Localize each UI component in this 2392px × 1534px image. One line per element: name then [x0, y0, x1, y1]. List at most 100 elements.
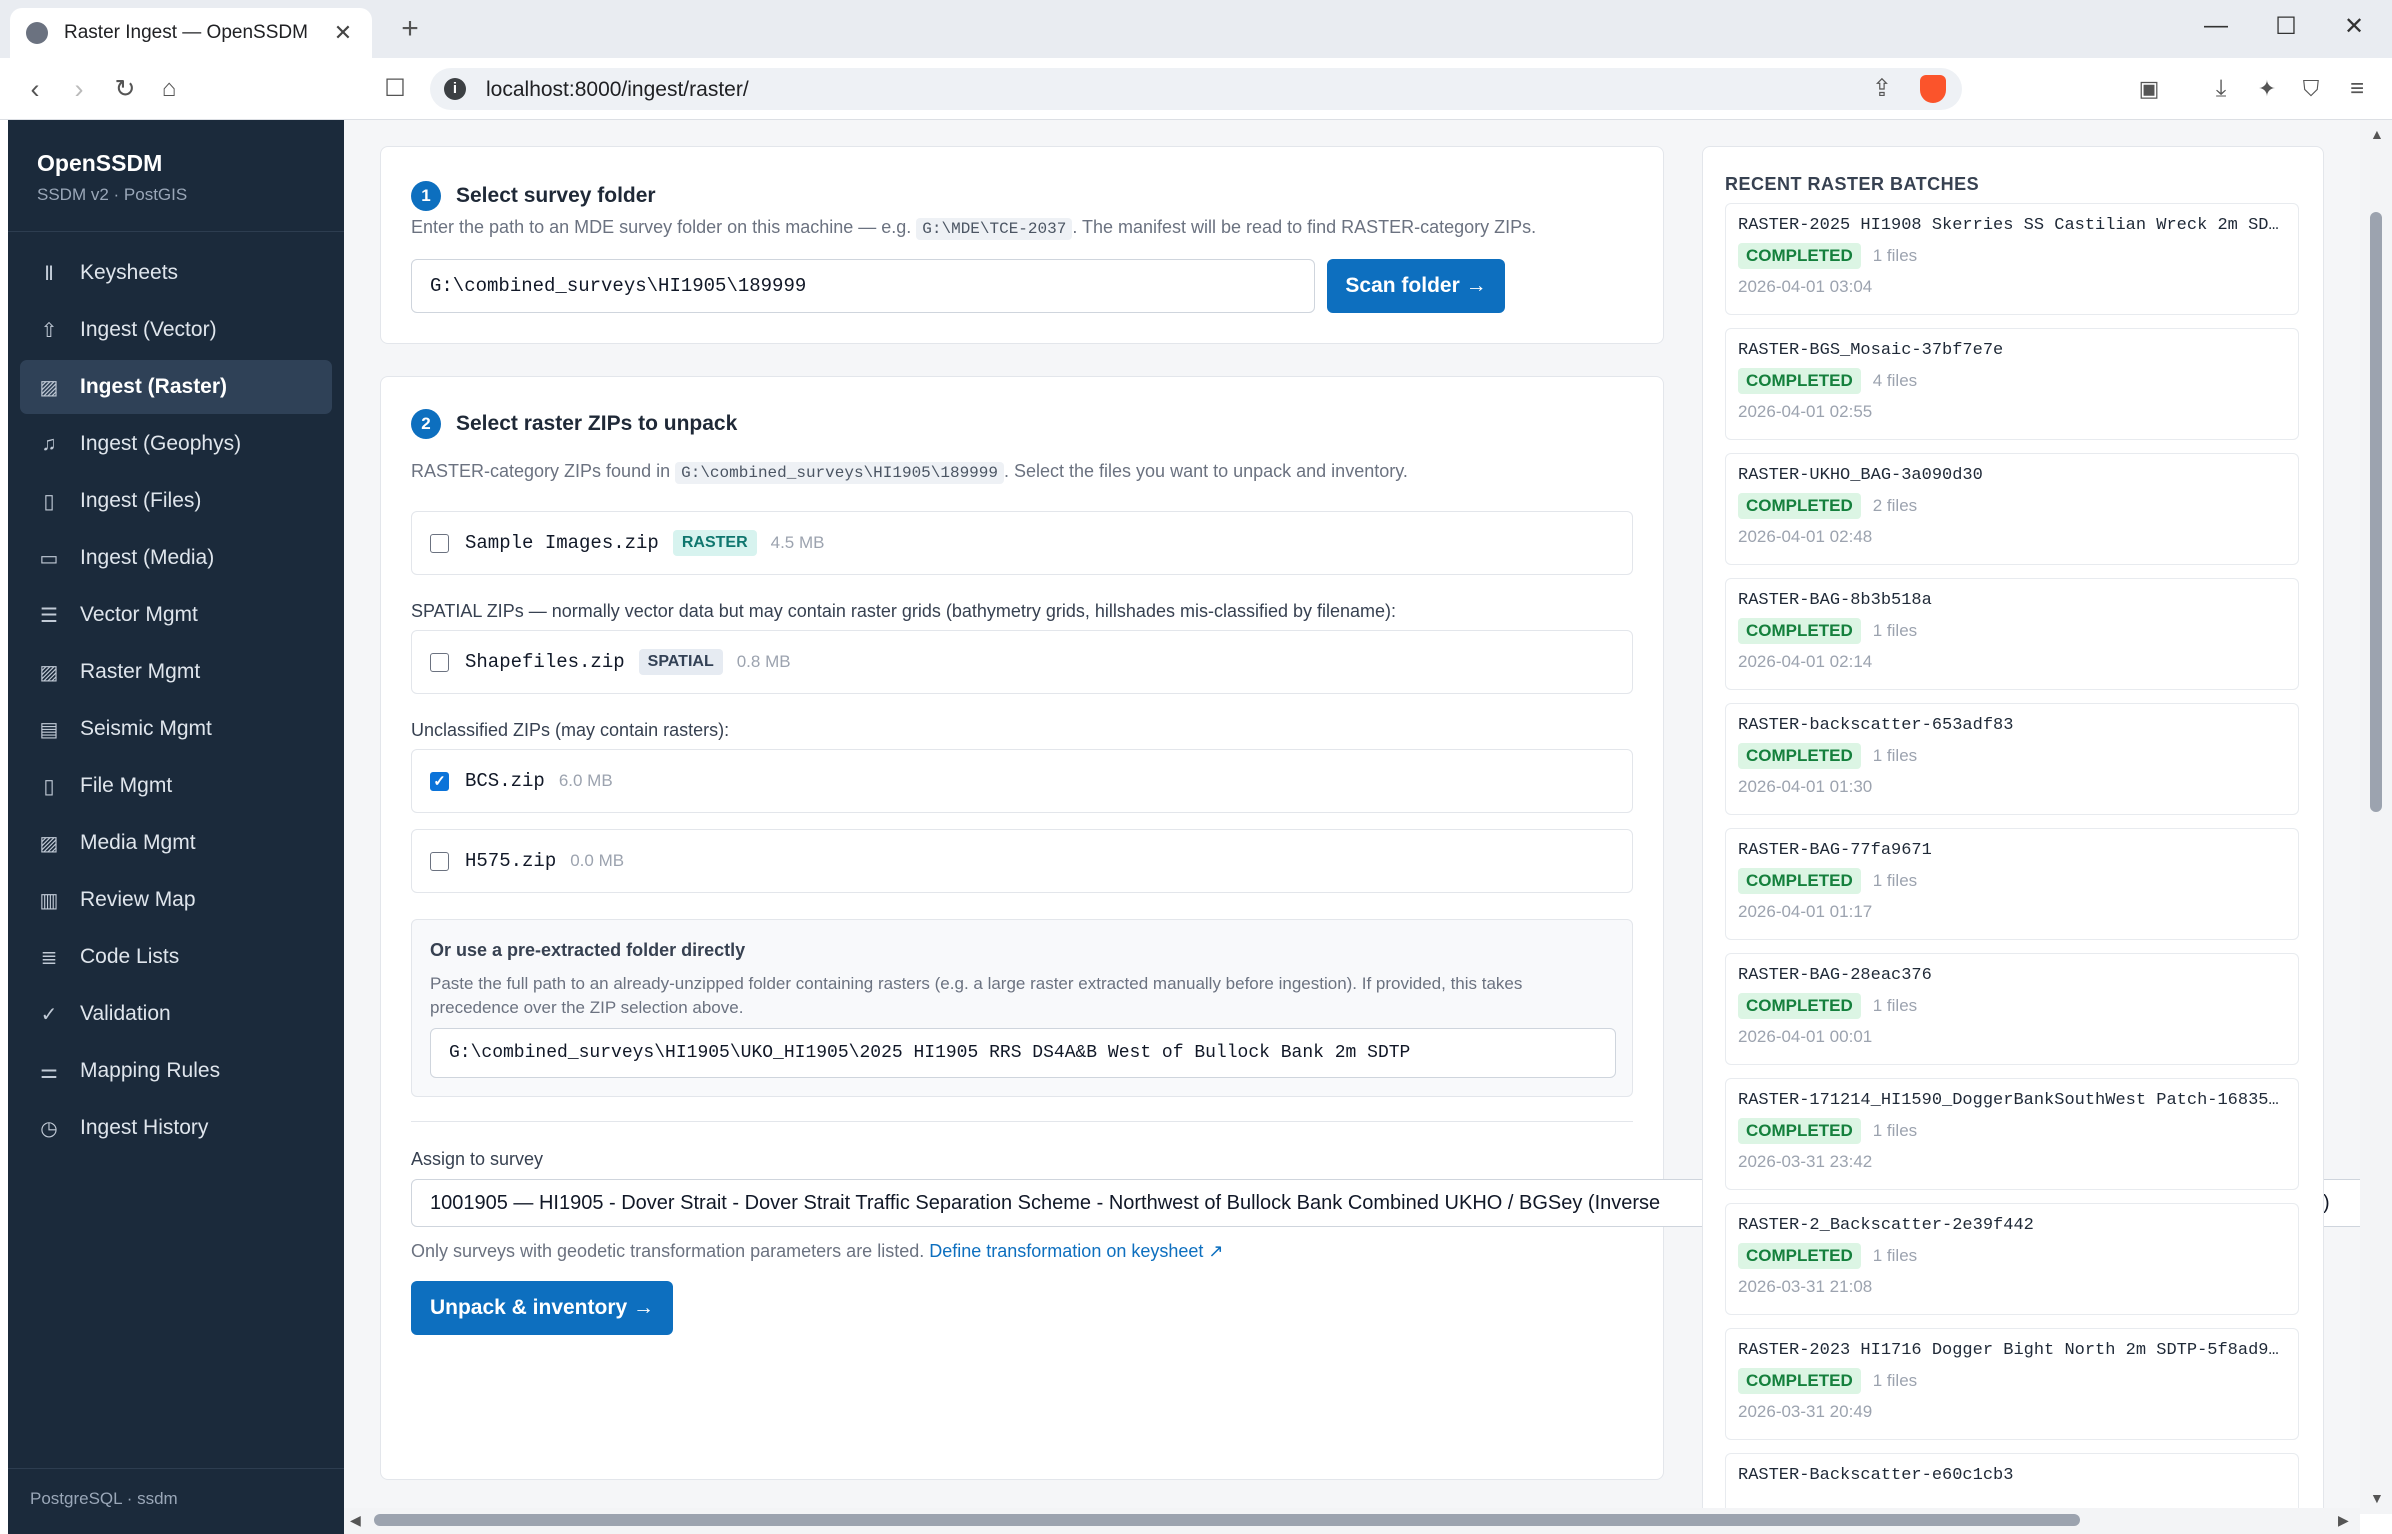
batch-card[interactable]: RASTER-BGS_Mosaic-37bf7e7e COMPLETED 4 fi… — [1725, 328, 2299, 440]
batch-card[interactable]: RASTER-BAG-8b3b518a COMPLETED 1 files 202… — [1725, 578, 2299, 690]
batch-name[interactable]: RASTER-backscatter-653adf83 — [1738, 716, 2286, 735]
vertical-scroll-thumb[interactable] — [2370, 212, 2382, 812]
back-icon[interactable]: ‹ — [18, 72, 52, 106]
sidebar-item-raster-mgmt[interactable]: ▨ Raster Mgmt — [20, 645, 332, 699]
batch-card[interactable]: RASTER-2023 HI1716 Dogger Bight North 2m… — [1725, 1328, 2299, 1440]
brand-title[interactable]: OpenSSDM — [37, 150, 315, 177]
step1-card: 1 Select survey folder Enter the path to… — [380, 146, 1664, 344]
sidebar-item-keysheets[interactable]: Ⅱ Keysheets — [20, 246, 332, 300]
file-row-h575[interactable]: H575.zip 0.0 MB — [411, 829, 1633, 893]
horizontal-scrollbar[interactable]: ◀ ▶ — [344, 1508, 2360, 1534]
batch-date: 2026-04-01 01:30 — [1738, 777, 1873, 796]
download-icon[interactable]: ⤓ — [2204, 72, 2238, 106]
file-name: H575.zip — [465, 850, 557, 872]
status-badge: COMPLETED — [1738, 493, 1861, 519]
vpn-icon[interactable]: ⛉ — [2294, 72, 2328, 106]
file-checkbox[interactable] — [430, 533, 449, 553]
bookmark-icon[interactable]: ☐ — [378, 72, 412, 106]
scroll-down-icon[interactable]: ▼ — [2370, 1490, 2384, 1506]
scanned-path-code: G:\combined_surveys\HI1905\189999 — [675, 462, 1004, 484]
sidebar-item-media-mgmt[interactable]: ▨ Media Mgmt — [20, 816, 332, 870]
horizontal-scroll-thumb[interactable] — [374, 1514, 2080, 1526]
batch-name[interactable]: RASTER-BAG-77fa9671 — [1738, 841, 2286, 860]
url-text[interactable]: localhost:8000/ingest/raster/ — [486, 78, 749, 102]
close-window-button[interactable]: ✕ — [2334, 12, 2374, 41]
batch-card[interactable]: RASTER-backscatter-653adf83 COMPLETED 1 f… — [1725, 703, 2299, 815]
file-name: BCS.zip — [465, 770, 545, 792]
sidebar-item-mapping-rules[interactable]: ⚌ Mapping Rules — [20, 1044, 332, 1098]
close-tab-icon[interactable]: ✕ — [330, 20, 356, 46]
reader-icon[interactable]: ▣ — [2132, 72, 2166, 106]
share-icon[interactable]: ⇪ — [1872, 74, 1892, 103]
status-badge: COMPLETED — [1738, 868, 1861, 894]
batch-date: 2026-04-01 02:14 — [1738, 652, 1873, 671]
batch-card[interactable]: RASTER-UKHO_BAG-3a090d30 COMPLETED 2 file… — [1725, 453, 2299, 565]
sidebar-item-code-lists[interactable]: ≣ Code Lists — [20, 930, 332, 984]
assign-survey-label: Assign to survey — [411, 1149, 544, 1169]
forward-icon[interactable]: › — [62, 72, 96, 106]
file-checkbox[interactable] — [430, 851, 449, 871]
batch-name[interactable]: RASTER-2023 HI1716 Dogger Bight North 2m… — [1738, 1341, 2286, 1360]
batch-name[interactable]: RASTER-2025 HI1908 Skerries SS Castilian… — [1738, 216, 2286, 235]
new-tab-button[interactable]: + — [392, 12, 428, 46]
batch-date: 2026-04-01 00:01 — [1738, 1027, 1873, 1046]
minimize-window-button[interactable]: — — [2196, 12, 2236, 40]
batch-card[interactable]: RASTER-2_Backscatter-2e39f442 COMPLETED 1… — [1725, 1203, 2299, 1315]
sidebar-item-ingest-files[interactable]: ▯ Ingest (Files) — [20, 474, 332, 528]
brave-shields-icon[interactable] — [1920, 75, 1946, 103]
file-checkbox-checked[interactable]: ✓ — [430, 771, 449, 791]
scroll-up-icon[interactable]: ▲ — [2370, 126, 2384, 142]
batch-name[interactable]: RASTER-UKHO_BAG-3a090d30 — [1738, 466, 2286, 485]
file-count: 1 files — [1872, 246, 1918, 265]
file-name: Sample Images.zip — [465, 532, 659, 554]
sidebar-item-ingest-media[interactable]: ▭ Ingest (Media) — [20, 531, 332, 585]
menu-icon[interactable]: ≡ — [2340, 72, 2374, 106]
scan-folder-button[interactable]: Scan folder → — [1327, 259, 1505, 313]
site-info-icon[interactable]: i — [444, 78, 466, 100]
batch-name[interactable]: RASTER-BAG-28eac376 — [1738, 966, 2286, 985]
sidebar-item-ingest-raster[interactable]: ▨ Ingest (Raster) — [20, 360, 332, 414]
sidebar-item-seismic-mgmt[interactable]: ▤ Seismic Mgmt — [20, 702, 332, 756]
sidebar-item-validation[interactable]: ✓ Validation — [20, 987, 332, 1041]
survey-folder-input[interactable]: G:\combined_surveys\HI1905\189999 — [411, 259, 1315, 313]
file-row-bcs[interactable]: ✓ BCS.zip 6.0 MB — [411, 749, 1633, 813]
batch-card[interactable]: RASTER-Backscatter-e60c1cb3 — [1725, 1453, 2299, 1514]
help-text: Enter the path to an MDE survey folder o… — [411, 217, 912, 237]
batch-card[interactable]: RASTER-BAG-28eac376 COMPLETED 1 files 202… — [1725, 953, 2299, 1065]
batch-name[interactable]: RASTER-2_Backscatter-2e39f442 — [1738, 1216, 2286, 1235]
reload-icon[interactable]: ↻ — [108, 72, 142, 106]
vertical-scrollbar[interactable]: ▲ ▼ — [2360, 120, 2392, 1514]
layers-icon: ☰ — [40, 604, 58, 627]
unpack-inventory-button[interactable]: Unpack & inventory → — [411, 1281, 673, 1335]
browser-tab[interactable]: Raster Ingest — OpenSSDM ✕ — [10, 8, 372, 58]
sidebar-item-ingest-vector[interactable]: ⇧ Ingest (Vector) — [20, 303, 332, 357]
leo-ai-icon[interactable]: ✦ — [2250, 72, 2284, 106]
file-row-shapefiles[interactable]: Shapefiles.zip SPATIAL 0.8 MB — [411, 630, 1633, 694]
file-checkbox[interactable] — [430, 652, 449, 672]
batch-name[interactable]: RASTER-171214_HI1590_DoggerBankSouthWest… — [1738, 1091, 2286, 1110]
batch-card[interactable]: RASTER-BAG-77fa9671 COMPLETED 1 files 202… — [1725, 828, 2299, 940]
address-bar[interactable]: i localhost:8000/ingest/raster/ ⇪ — [430, 68, 1962, 110]
batch-card[interactable]: RASTER-2025 HI1908 Skerries SS Castilian… — [1725, 203, 2299, 315]
batch-name[interactable]: RASTER-BAG-8b3b518a — [1738, 591, 2286, 610]
home-icon[interactable]: ⌂ — [152, 72, 186, 106]
sidebar-item-label: Vector Mgmt — [80, 603, 198, 626]
keysheets-icon: Ⅱ — [44, 262, 54, 285]
batch-name[interactable]: RASTER-Backscatter-e60c1cb3 — [1738, 1466, 2286, 1485]
prefolder-input[interactable]: G:\combined_surveys\HI1905\UKO_HI1905\20… — [430, 1028, 1616, 1078]
define-transformation-link[interactable]: Define transformation on keysheet ↗ — [929, 1241, 1223, 1261]
step2-card: 2 Select raster ZIPs to unpack RASTER-ca… — [380, 376, 2360, 1480]
scroll-left-icon[interactable]: ◀ — [350, 1512, 361, 1529]
maximize-window-button[interactable]: ☐ — [2266, 12, 2306, 41]
sidebar-item-vector-mgmt[interactable]: ☰ Vector Mgmt — [20, 588, 332, 642]
file-row-sample-images[interactable]: Sample Images.zip RASTER 4.5 MB — [411, 511, 1633, 575]
sidebar-item-review-map[interactable]: ▥ Review Map — [20, 873, 332, 927]
sidebar-item-ingest-history[interactable]: ◷ Ingest History — [20, 1101, 332, 1155]
scroll-right-icon[interactable]: ▶ — [2338, 1512, 2349, 1529]
sidebar-item-file-mgmt[interactable]: ▯ File Mgmt — [20, 759, 332, 813]
batch-card[interactable]: RASTER-171214_HI1590_DoggerBankSouthWest… — [1725, 1078, 2299, 1190]
batch-name[interactable]: RASTER-BGS_Mosaic-37bf7e7e — [1738, 341, 2286, 360]
step-number: 2 — [411, 409, 441, 439]
step2-header: 2 Select raster ZIPs to unpack — [411, 409, 737, 439]
sidebar-item-ingest-geophys[interactable]: ♫ Ingest (Geophys) — [20, 417, 332, 471]
